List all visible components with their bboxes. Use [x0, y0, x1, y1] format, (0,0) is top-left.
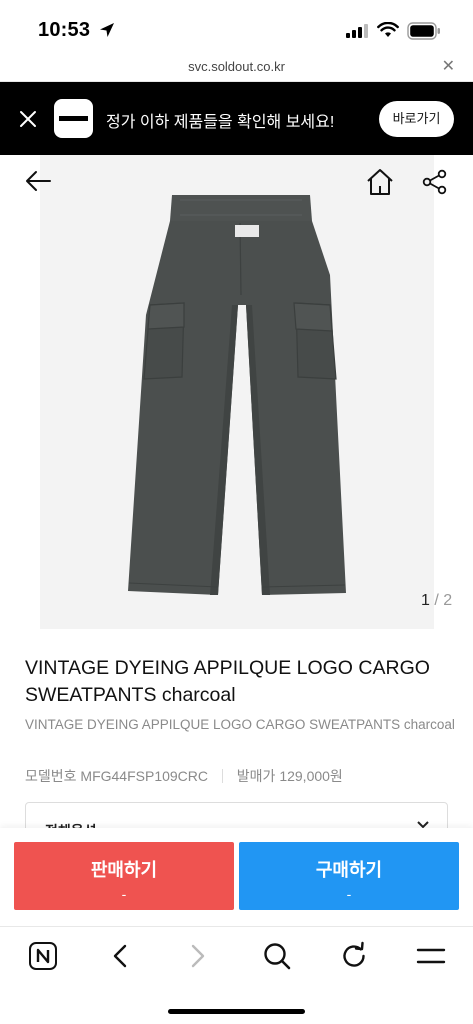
product-gallery[interactable]: 1 / 2 — [0, 155, 473, 629]
naver-home-icon[interactable] — [28, 941, 58, 971]
product-subtitle: VINTAGE DYEING APPILQUE LOGO CARGO SWEAT… — [25, 717, 455, 732]
banner-message: 정가 이하 제품들을 확인해 보세요! — [106, 114, 335, 131]
pager-current: 1 — [421, 592, 430, 609]
buy-button-label: 구매하기 — [315, 860, 383, 880]
pager-total: 2 — [443, 592, 453, 609]
location-arrow-icon — [100, 23, 114, 37]
status-time: 10:53 — [38, 19, 91, 41]
release-price-value: 129,000원 — [279, 768, 343, 784]
menu-icon[interactable] — [416, 941, 446, 971]
meta-divider — [221, 769, 223, 783]
release-price-label: 발매가 — [236, 768, 276, 784]
purchase-action-bar: 판매하기 - 구매하기 - — [0, 828, 473, 926]
banner-go-button[interactable]: 바로가기 — [379, 101, 454, 137]
address-bar[interactable]: svc.soldout.co.kr ✕ — [0, 52, 473, 82]
product-image[interactable] — [40, 155, 434, 629]
product-title: VINTAGE DYEING APPILQUE LOGO CARGO SWEAT… — [25, 657, 430, 706]
buy-button-price: - — [346, 886, 352, 902]
share-icon[interactable] — [422, 169, 448, 195]
sell-button-price: - — [121, 886, 127, 902]
status-bar: 10:53 — [0, 0, 473, 52]
model-number-value: MFG44FSP109CRC — [80, 768, 209, 784]
sell-button[interactable]: 판매하기 - — [14, 842, 234, 910]
home-indicator — [168, 1009, 305, 1014]
app-logo — [54, 99, 93, 138]
browser-back-icon[interactable] — [108, 941, 132, 971]
sell-button-label: 판매하기 — [90, 860, 158, 880]
buy-button[interactable]: 구매하기 - — [239, 842, 459, 910]
search-icon[interactable] — [262, 941, 292, 971]
pager-separator: / — [429, 592, 444, 609]
close-icon[interactable]: ✕ — [442, 56, 455, 76]
url-text[interactable]: svc.soldout.co.kr — [0, 59, 473, 74]
refresh-icon[interactable] — [339, 941, 369, 971]
back-arrow-icon[interactable] — [24, 169, 52, 193]
wifi-icon — [377, 22, 399, 37]
cellular-signal-icon — [346, 24, 368, 38]
image-pager: 1 / 2 — [421, 592, 452, 610]
model-number-label: 모델번호 — [25, 768, 77, 784]
home-icon[interactable] — [365, 167, 395, 197]
close-icon[interactable] — [19, 110, 37, 128]
cargo-pants-image — [128, 195, 346, 595]
product-meta: 모델번호 MFG44FSP109CRC 발매가 129,000원 — [25, 766, 343, 786]
browser-forward-icon — [191, 944, 205, 968]
battery-icon — [407, 22, 440, 40]
promo-banner: 정가 이하 제품들을 확인해 보세요! 바로가기 — [0, 82, 473, 155]
